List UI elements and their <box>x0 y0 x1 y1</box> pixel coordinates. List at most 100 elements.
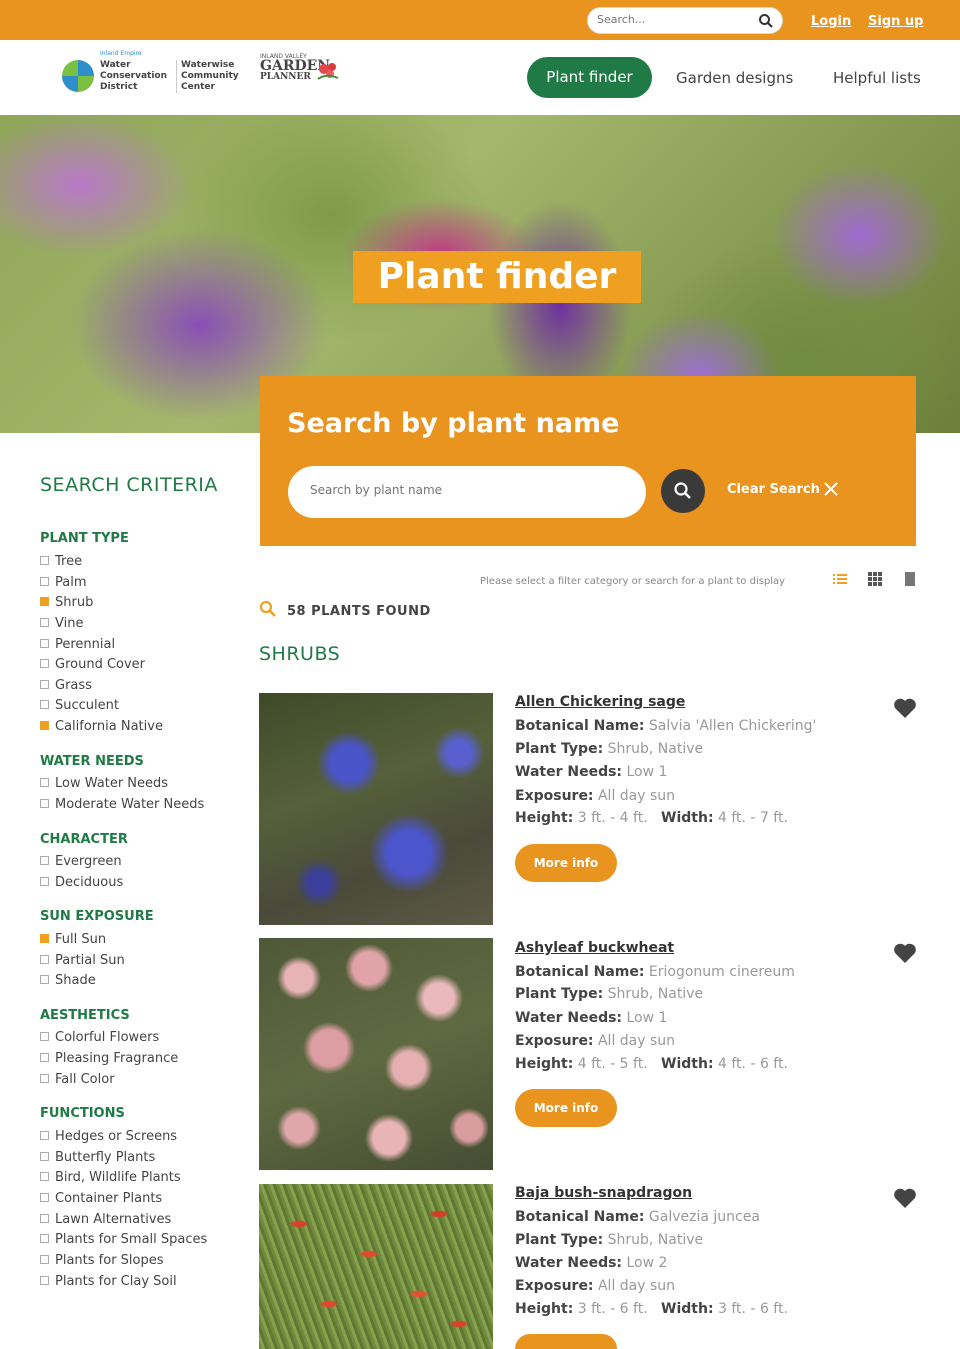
category-heading: SHRUBS <box>259 643 341 665</box>
plant-exposure: Exposure: All day sun <box>515 788 676 804</box>
heart-icon[interactable] <box>893 942 917 964</box>
checkbox[interactable] <box>40 975 49 984</box>
plant-name-search-input[interactable] <box>310 483 630 497</box>
search-icon[interactable] <box>758 13 774 29</box>
plant-name-search-box[interactable] <box>288 466 646 518</box>
checkbox[interactable] <box>40 680 49 689</box>
filter-butterfly-plants[interactable]: Butterfly Plants <box>40 1149 155 1167</box>
filter-california-native[interactable]: California Native <box>40 718 163 736</box>
heart-icon[interactable] <box>893 1187 917 1209</box>
top-search-input[interactable] <box>597 13 757 26</box>
checkbox[interactable] <box>40 618 49 627</box>
filter-grass[interactable]: Grass <box>40 677 92 695</box>
filter-colorful-flowers[interactable]: Colorful Flowers <box>40 1029 159 1047</box>
filter-moderate-water[interactable]: Moderate Water Needs <box>40 796 204 814</box>
checkbox[interactable] <box>40 1234 49 1243</box>
filter-container-plants[interactable]: Container Plants <box>40 1190 162 1208</box>
filter-shade[interactable]: Shade <box>40 972 96 990</box>
filter-pleasing-fragrance[interactable]: Pleasing Fragrance <box>40 1050 178 1068</box>
grid-view-icon[interactable] <box>868 572 882 586</box>
checkbox-checked[interactable] <box>40 934 49 943</box>
top-bar: Login Sign up <box>0 0 960 40</box>
list-view-icon[interactable] <box>833 572 847 586</box>
clear-search-button[interactable]: Clear Search <box>727 482 820 497</box>
checkbox[interactable] <box>40 1074 49 1083</box>
search-submit-button[interactable] <box>661 469 705 513</box>
card-view-icon[interactable] <box>903 572 917 586</box>
plant-image-baja-bush-snapdragon[interactable] <box>259 1184 493 1349</box>
checkbox[interactable] <box>40 556 49 565</box>
plant-name-link[interactable]: Allen Chickering sage <box>515 694 685 710</box>
checkbox[interactable] <box>40 700 49 709</box>
nav-helpful-lists[interactable]: Helpful lists <box>833 69 921 87</box>
checkbox[interactable] <box>40 1152 49 1161</box>
top-search-box[interactable] <box>587 7 783 34</box>
nav-garden-designs[interactable]: Garden designs <box>676 69 793 87</box>
filter-slopes[interactable]: Plants for Slopes <box>40 1252 164 1270</box>
plant-exposure: Exposure: All day sun <box>515 1278 676 1294</box>
checkbox[interactable] <box>40 639 49 648</box>
plant-image-allen-chickering-sage[interactable] <box>259 693 493 925</box>
filter-clay-soil[interactable]: Plants for Clay Soil <box>40 1273 177 1291</box>
checkbox[interactable] <box>40 659 49 668</box>
signup-link[interactable]: Sign up <box>868 14 923 29</box>
plant-name-link[interactable]: Baja bush-snapdragon <box>515 1185 692 1201</box>
filter-shrub[interactable]: Shrub <box>40 594 93 612</box>
checkbox[interactable] <box>40 1255 49 1264</box>
checkbox[interactable] <box>40 955 49 964</box>
filter-evergreen[interactable]: Evergreen <box>40 853 122 871</box>
checkbox[interactable] <box>40 778 49 787</box>
filter-perennial[interactable]: Perennial <box>40 636 115 654</box>
filter-full-sun[interactable]: Full Sun <box>40 931 106 949</box>
checkbox[interactable] <box>40 877 49 886</box>
section-functions: FUNCTIONS <box>40 1106 125 1121</box>
filter-partial-sun[interactable]: Partial Sun <box>40 952 125 970</box>
filter-tree[interactable]: Tree <box>40 553 82 571</box>
filter-palm[interactable]: Palm <box>40 574 87 592</box>
filter-deciduous[interactable]: Deciduous <box>40 874 123 892</box>
plant-size: Height: 3 ft. - 6 ft. Width: 3 ft. - 6 f… <box>515 1301 788 1317</box>
search-icon <box>674 482 691 499</box>
checkbox-checked[interactable] <box>40 721 49 730</box>
checkbox-checked[interactable] <box>40 597 49 606</box>
filter-succulent[interactable]: Succulent <box>40 697 119 715</box>
filter-lawn-alternatives[interactable]: Lawn Alternatives <box>40 1211 171 1229</box>
checkbox[interactable] <box>40 577 49 586</box>
plant-type: Plant Type: Shrub, Native <box>515 741 704 757</box>
nav-plant-finder[interactable]: Plant finder <box>527 57 652 98</box>
more-info-button[interactable] <box>515 1334 617 1349</box>
section-aesthetics: AESTHETICS <box>40 1008 130 1023</box>
checkbox[interactable] <box>40 856 49 865</box>
checkbox[interactable] <box>40 1172 49 1181</box>
filter-ground-cover[interactable]: Ground Cover <box>40 656 145 674</box>
filter-small-spaces[interactable]: Plants for Small Spaces <box>40 1231 207 1249</box>
heart-icon[interactable] <box>893 697 917 719</box>
filter-vine[interactable]: Vine <box>40 615 83 633</box>
garden-planner-logo[interactable]: INLAND VALLEY GARDEN PLANNER <box>258 53 348 103</box>
checkbox[interactable] <box>40 1032 49 1041</box>
filter-bird-wildlife[interactable]: Bird, Wildlife Plants <box>40 1169 181 1187</box>
plant-name-link[interactable]: Ashyleaf buckwheat <box>515 940 674 956</box>
section-water-needs: WATER NEEDS <box>40 754 144 769</box>
login-link[interactable]: Login <box>811 14 851 29</box>
filter-low-water[interactable]: Low Water Needs <box>40 775 168 793</box>
plant-botanical: Botanical Name: Eriogonum cinereum <box>515 964 795 980</box>
search-panel: Search by plant name Clear Search <box>260 376 916 546</box>
plant-image-ashyleaf-buckwheat[interactable] <box>259 938 493 1170</box>
filter-fall-color[interactable]: Fall Color <box>40 1071 115 1089</box>
close-icon[interactable] <box>822 480 840 498</box>
checkbox[interactable] <box>40 1131 49 1140</box>
filter-hedges-screens[interactable]: Hedges or Screens <box>40 1128 177 1146</box>
logo-text-center: Waterwise Community Center <box>176 60 239 93</box>
results-count: 58 PLANTS FOUND <box>287 604 431 619</box>
checkbox[interactable] <box>40 1193 49 1202</box>
checkbox[interactable] <box>40 1214 49 1223</box>
more-info-button[interactable]: More info <box>515 1089 617 1127</box>
more-info-button[interactable]: More info <box>515 844 617 882</box>
plant-botanical: Botanical Name: Galvezia juncea <box>515 1209 760 1225</box>
water-district-logo-icon <box>62 60 94 92</box>
checkbox[interactable] <box>40 1053 49 1062</box>
checkbox[interactable] <box>40 799 49 808</box>
checkbox[interactable] <box>40 1276 49 1285</box>
water-district-logo[interactable]: Inland Empire Water Conservation Distric… <box>60 50 240 100</box>
